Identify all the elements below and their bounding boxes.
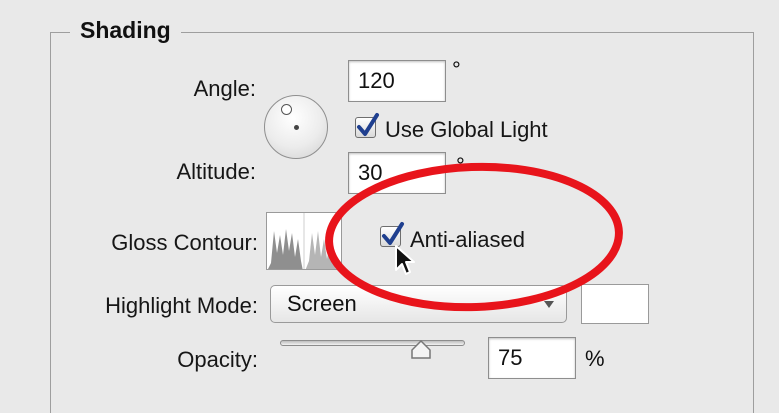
annotation-ring (325, 162, 623, 312)
mouse-cursor-icon (395, 245, 415, 275)
